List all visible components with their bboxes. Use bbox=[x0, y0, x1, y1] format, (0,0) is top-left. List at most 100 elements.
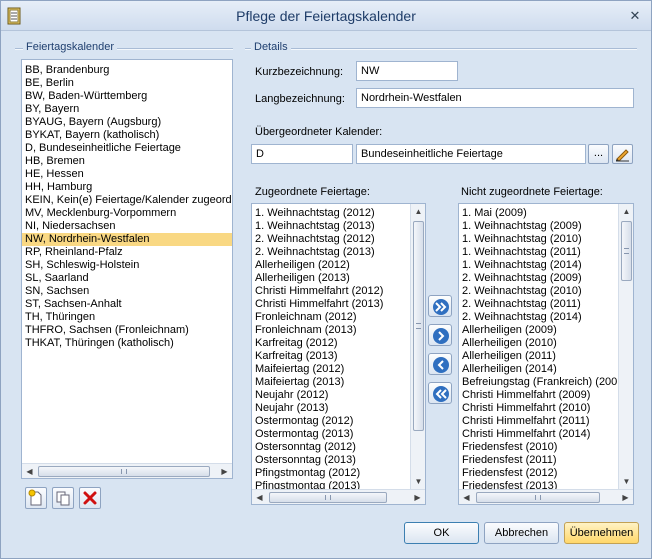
unassigned-holiday-item[interactable]: Friedensfest (2010) bbox=[459, 441, 617, 454]
assigned-holiday-item[interactable]: Christi Himmelfahrt (2013) bbox=[252, 298, 409, 311]
calendar-list-item[interactable]: ST, Sachsen-Anhalt bbox=[22, 298, 232, 311]
calendar-list-item[interactable]: D, Bundeseinheitliche Feiertage bbox=[22, 142, 232, 155]
assigned-holiday-item[interactable]: Christi Himmelfahrt (2012) bbox=[252, 285, 409, 298]
calendar-list-item[interactable]: BYKAT, Bayern (katholisch) bbox=[22, 129, 232, 142]
unassigned-holiday-item[interactable]: Christi Himmelfahrt (2014) bbox=[459, 428, 617, 441]
assigned-holiday-item[interactable]: Ostermontag (2012) bbox=[252, 415, 409, 428]
calendar-list-item[interactable]: HE, Hessen bbox=[22, 168, 232, 181]
assigned-holiday-item[interactable]: Maifeiertag (2012) bbox=[252, 363, 409, 376]
scroll-up-icon[interactable]: ▲ bbox=[619, 204, 633, 219]
assigned-list-vscrollbar[interactable]: ▲ ▼ bbox=[410, 204, 425, 489]
unassigned-holiday-item[interactable]: Friedensfest (2011) bbox=[459, 454, 617, 467]
assigned-holiday-item[interactable]: Neujahr (2013) bbox=[252, 402, 409, 415]
scroll-left-icon[interactable]: ◀ bbox=[22, 464, 37, 478]
remove-all-holidays-button[interactable] bbox=[428, 382, 452, 404]
calendar-list-hthumb[interactable] bbox=[38, 466, 210, 477]
assigned-list-vthumb[interactable] bbox=[413, 221, 424, 431]
short-name-input[interactable]: NW bbox=[356, 61, 458, 81]
unassigned-holiday-item[interactable]: 1. Weihnachtstag (2009) bbox=[459, 220, 617, 233]
apply-button[interactable]: Übernehmen bbox=[564, 522, 639, 544]
unassigned-list-vscrollbar[interactable]: ▲ ▼ bbox=[618, 204, 633, 489]
calendar-list-hscrollbar[interactable]: ◀ ▶ bbox=[22, 463, 232, 478]
scroll-up-icon[interactable]: ▲ bbox=[411, 204, 425, 219]
assigned-holiday-item[interactable]: Karfreitag (2013) bbox=[252, 350, 409, 363]
cancel-button[interactable]: Abbrechen bbox=[484, 522, 559, 544]
calendar-list-item[interactable]: BY, Bayern bbox=[22, 103, 232, 116]
assigned-holiday-item[interactable]: Pfingstmontag (2012) bbox=[252, 467, 409, 480]
unassigned-holiday-item[interactable]: 2. Weihnachtstag (2011) bbox=[459, 298, 617, 311]
remove-holiday-button[interactable] bbox=[428, 353, 452, 375]
unassigned-holidays-list[interactable]: 1. Mai (2009) 1. Weihnachtstag (2009) 1. W… bbox=[458, 203, 634, 505]
unassigned-list-hscrollbar[interactable]: ◀ ▶ bbox=[459, 489, 633, 504]
assigned-holiday-item[interactable]: 1. Weihnachtstag (2013) bbox=[252, 220, 409, 233]
calendar-list-item[interactable]: BYAUG, Bayern (Augsburg) bbox=[22, 116, 232, 129]
unassigned-holiday-item[interactable]: Christi Himmelfahrt (2011) bbox=[459, 415, 617, 428]
calendar-list-item[interactable]: SL, Saarland bbox=[22, 272, 232, 285]
unassigned-holiday-item[interactable]: 2. Weihnachtstag (2010) bbox=[459, 285, 617, 298]
assigned-holiday-item[interactable]: Ostermontag (2013) bbox=[252, 428, 409, 441]
close-button[interactable]: ✕ bbox=[625, 6, 645, 26]
assigned-list-hscrollbar[interactable]: ◀ ▶ bbox=[252, 489, 425, 504]
unassigned-holiday-item[interactable]: Befreiungstag (Frankreich) (2009) bbox=[459, 376, 617, 389]
calendar-list-item[interactable]: BW, Baden-Württemberg bbox=[22, 90, 232, 103]
edit-parent-button[interactable] bbox=[612, 144, 633, 164]
copy-calendar-button[interactable] bbox=[52, 487, 74, 509]
calendar-list-item[interactable]: NW, Nordrhein-Westfalen bbox=[22, 233, 232, 246]
assigned-holiday-item[interactable]: Fronleichnam (2012) bbox=[252, 311, 409, 324]
calendar-list-item[interactable]: KEIN, Kein(e) Feiertage/Kalender zugeord… bbox=[22, 194, 232, 207]
scroll-left-icon[interactable]: ◀ bbox=[459, 490, 474, 504]
long-name-input[interactable]: Nordrhein-Westfalen bbox=[356, 88, 634, 108]
browse-parent-button[interactable]: ... bbox=[588, 144, 609, 164]
assigned-holiday-item[interactable]: Fronleichnam (2013) bbox=[252, 324, 409, 337]
unassigned-holiday-item[interactable]: 1. Weihnachtstag (2014) bbox=[459, 259, 617, 272]
unassigned-holiday-item[interactable]: Allerheiligen (2014) bbox=[459, 363, 617, 376]
parent-calendar-code-input[interactable]: D bbox=[251, 144, 353, 164]
assigned-holiday-item[interactable]: Allerheiligen (2012) bbox=[252, 259, 409, 272]
unassigned-list-vthumb[interactable] bbox=[621, 221, 632, 281]
calendar-list-item[interactable]: RP, Rheinland-Pfalz bbox=[22, 246, 232, 259]
unassigned-holiday-item[interactable]: 2. Weihnachtstag (2009) bbox=[459, 272, 617, 285]
unassigned-list-hthumb[interactable] bbox=[476, 492, 600, 503]
assigned-holiday-item[interactable]: Ostersonntag (2013) bbox=[252, 454, 409, 467]
assigned-holiday-item[interactable]: Neujahr (2012) bbox=[252, 389, 409, 402]
unassigned-holiday-item[interactable]: Allerheiligen (2009) bbox=[459, 324, 617, 337]
calendar-list-item[interactable]: NI, Niedersachsen bbox=[22, 220, 232, 233]
unassigned-holiday-item[interactable]: 1. Weihnachtstag (2011) bbox=[459, 246, 617, 259]
assigned-holiday-item[interactable]: 2. Weihnachtstag (2012) bbox=[252, 233, 409, 246]
calendar-list-item[interactable]: BE, Berlin bbox=[22, 77, 232, 90]
assigned-holiday-item[interactable]: 1. Weihnachtstag (2012) bbox=[252, 207, 409, 220]
calendar-list-item[interactable]: HB, Bremen bbox=[22, 155, 232, 168]
assigned-holiday-item[interactable]: Maifeiertag (2013) bbox=[252, 376, 409, 389]
assigned-holiday-item[interactable]: Karfreitag (2012) bbox=[252, 337, 409, 350]
scroll-left-icon[interactable]: ◀ bbox=[252, 490, 267, 504]
ok-button[interactable]: OK bbox=[404, 522, 479, 544]
delete-calendar-button[interactable] bbox=[79, 487, 101, 509]
unassigned-holiday-item[interactable]: Allerheiligen (2011) bbox=[459, 350, 617, 363]
unassigned-holiday-item[interactable]: Christi Himmelfahrt (2010) bbox=[459, 402, 617, 415]
calendar-list-item[interactable]: SN, Sachsen bbox=[22, 285, 232, 298]
calendar-list-item[interactable]: THKAT, Thüringen (katholisch) bbox=[22, 337, 232, 350]
parent-calendar-name-input[interactable]: Bundeseinheitliche Feiertage bbox=[356, 144, 586, 164]
scroll-down-icon[interactable]: ▼ bbox=[619, 474, 633, 489]
new-calendar-button[interactable] bbox=[25, 487, 47, 509]
calendar-list-item[interactable]: MV, Mecklenburg-Vorpommern bbox=[22, 207, 232, 220]
assigned-holiday-item[interactable]: 2. Weihnachtstag (2013) bbox=[252, 246, 409, 259]
calendar-list-item[interactable]: BB, Brandenburg bbox=[22, 64, 232, 77]
unassigned-holiday-item[interactable]: 1. Weihnachtstag (2010) bbox=[459, 233, 617, 246]
calendar-list-item[interactable]: HH, Hamburg bbox=[22, 181, 232, 194]
unassigned-holiday-item[interactable]: Friedensfest (2012) bbox=[459, 467, 617, 480]
calendar-list-item[interactable]: SH, Schleswig-Holstein bbox=[22, 259, 232, 272]
assigned-holiday-item[interactable]: Allerheiligen (2013) bbox=[252, 272, 409, 285]
scroll-right-icon[interactable]: ▶ bbox=[618, 490, 633, 504]
add-all-holidays-button[interactable] bbox=[428, 295, 452, 317]
assigned-holidays-list[interactable]: 1. Weihnachtstag (2012) 1. Weihnachtstag … bbox=[251, 203, 426, 505]
unassigned-holiday-item[interactable]: 1. Mai (2009) bbox=[459, 207, 617, 220]
assigned-holiday-item[interactable]: Ostersonntag (2012) bbox=[252, 441, 409, 454]
unassigned-holiday-item[interactable]: 2. Weihnachtstag (2014) bbox=[459, 311, 617, 324]
unassigned-holiday-item[interactable]: Christi Himmelfahrt (2009) bbox=[459, 389, 617, 402]
add-holiday-button[interactable] bbox=[428, 324, 452, 346]
scroll-down-icon[interactable]: ▼ bbox=[411, 474, 425, 489]
scroll-right-icon[interactable]: ▶ bbox=[217, 464, 232, 478]
assigned-list-hthumb[interactable] bbox=[269, 492, 387, 503]
calendar-list[interactable]: BB, Brandenburg BE, Berlin BW, Baden-Württ… bbox=[21, 59, 233, 479]
